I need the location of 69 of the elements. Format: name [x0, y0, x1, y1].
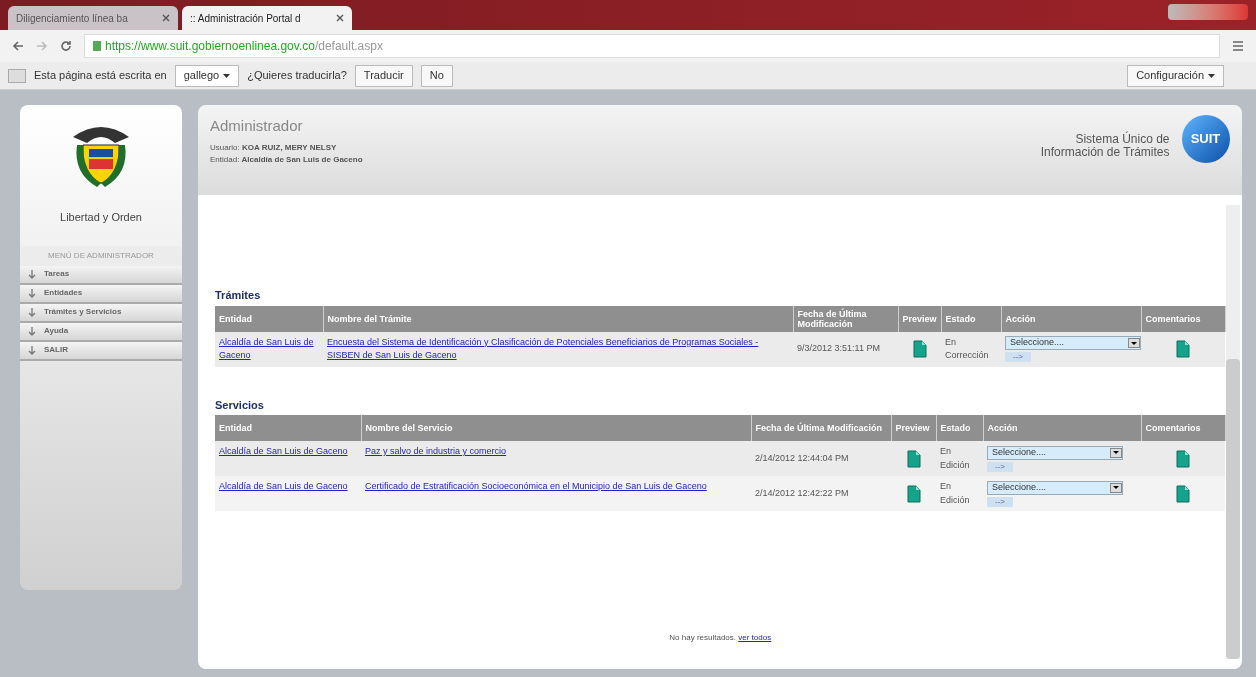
document-icon[interactable] — [906, 449, 921, 468]
column-header: Preview — [898, 305, 941, 332]
brand-line: Información de Trámites — [1040, 146, 1170, 159]
translate-prompt: Esta página está escrita en — [34, 68, 167, 84]
document-icon[interactable] — [912, 340, 927, 358]
motto-text: Libertad y Orden — [60, 210, 142, 225]
options-button[interactable]: Configuración — [1127, 64, 1224, 87]
caret-icon — [1208, 73, 1215, 78]
column-header: Estado — [941, 305, 1001, 332]
action-select[interactable]: Seleccione.... — [1005, 336, 1141, 350]
no-results-text: No hay resultados. ver todos — [669, 632, 772, 644]
translate-button[interactable]: Traducir — [354, 64, 413, 87]
go-button[interactable]: --> — [987, 461, 1013, 472]
column-header: Nombre del Trámite — [323, 305, 793, 332]
procedure-link[interactable]: Encuesta del Sistema de Identificación y Clasificación de Potenciales Beneficiarios de Programas Sociales - SISBEN de San Luis de Gaceno — [327, 335, 789, 363]
browser-tab[interactable]: :: Administración Portal d — [182, 6, 352, 30]
status-text: En Edición — [940, 446, 970, 470]
reload-icon[interactable] — [60, 40, 72, 52]
menu-item[interactable]: Tareas — [20, 265, 182, 285]
action-select[interactable]: Seleccione.... — [987, 445, 1123, 460]
procedure-link[interactable]: Paz y salvo de industria y comercio — [365, 445, 747, 459]
column-header: Acción — [1001, 305, 1141, 332]
section-title: Servicios — [215, 397, 265, 413]
menu-icon[interactable] — [1232, 40, 1244, 52]
comment-document-icon[interactable] — [1176, 484, 1190, 503]
comment-document-icon[interactable] — [1176, 449, 1190, 468]
language-dropdown[interactable]: gallego — [174, 64, 240, 87]
translate-icon — [8, 68, 26, 83]
action-select[interactable]: Seleccione.... — [987, 480, 1123, 495]
brand-line: Sistema Único de — [1075, 133, 1170, 146]
status-text: En Corrección — [945, 336, 989, 360]
window-controls-icon[interactable] — [1168, 4, 1248, 20]
document-icon[interactable] — [906, 484, 921, 503]
view-all-link[interactable]: ver todos — [738, 633, 772, 642]
entity-line: Entidad: Alcaldía de San Luis de Gaceno — [210, 153, 363, 166]
translate-question: ¿Quieres traducirla? — [247, 68, 347, 84]
procedure-link[interactable]: Certificado de Estratificación Socioeconómica en el Municipio de San Luis de Gaceno — [365, 480, 747, 494]
entity-link[interactable]: Alcaldía de San Luis de Gaceno — [219, 335, 319, 363]
date-text: 2/14/2012 12:44:04 PM — [755, 452, 849, 463]
back-icon[interactable] — [12, 40, 24, 52]
column-header: Entidad — [215, 305, 323, 332]
arrow-down-icon — [28, 288, 36, 298]
no-button[interactable]: No — [420, 64, 453, 87]
date-text: 9/3/2012 3:51:11 PM — [797, 343, 880, 354]
page-title: Administrador — [210, 116, 304, 136]
section-title: Trámites — [215, 288, 262, 303]
arrow-down-icon — [28, 269, 36, 279]
arrow-down-icon — [28, 326, 36, 336]
scrollbar[interactable] — [1225, 205, 1240, 659]
caret-icon — [223, 73, 231, 78]
arrow-down-icon — [28, 307, 36, 317]
entity-link[interactable]: Alcaldía de San Luis de Gaceno — [219, 445, 357, 459]
arrow-down-icon — [28, 345, 36, 355]
entity-link[interactable]: Alcaldía de San Luis de Gaceno — [219, 480, 357, 494]
close-icon[interactable] — [336, 14, 344, 22]
menu-title: MENÚ DE ADMINISTRADOR — [47, 249, 155, 262]
comment-document-icon[interactable] — [1176, 340, 1190, 358]
column-header: Comentarios — [1141, 305, 1225, 332]
dropdown-arrow-icon — [1128, 338, 1140, 348]
suit-logo: SUIT — [1181, 115, 1230, 163]
browser-tab[interactable]: Diligenciamiento línea ba — [8, 6, 178, 30]
user-line: Usuario: KOA RUIZ, MERY NELSY — [210, 141, 338, 154]
column-header: Fecha de Última Modificación — [793, 305, 898, 332]
lock-icon — [93, 41, 101, 51]
date-text: 2/14/2012 12:42:22 PM — [755, 487, 849, 498]
go-button[interactable]: --> — [1005, 352, 1031, 362]
status-text: En Edición — [940, 481, 970, 505]
go-button[interactable]: --> — [987, 496, 1013, 507]
close-icon[interactable] — [162, 14, 170, 22]
